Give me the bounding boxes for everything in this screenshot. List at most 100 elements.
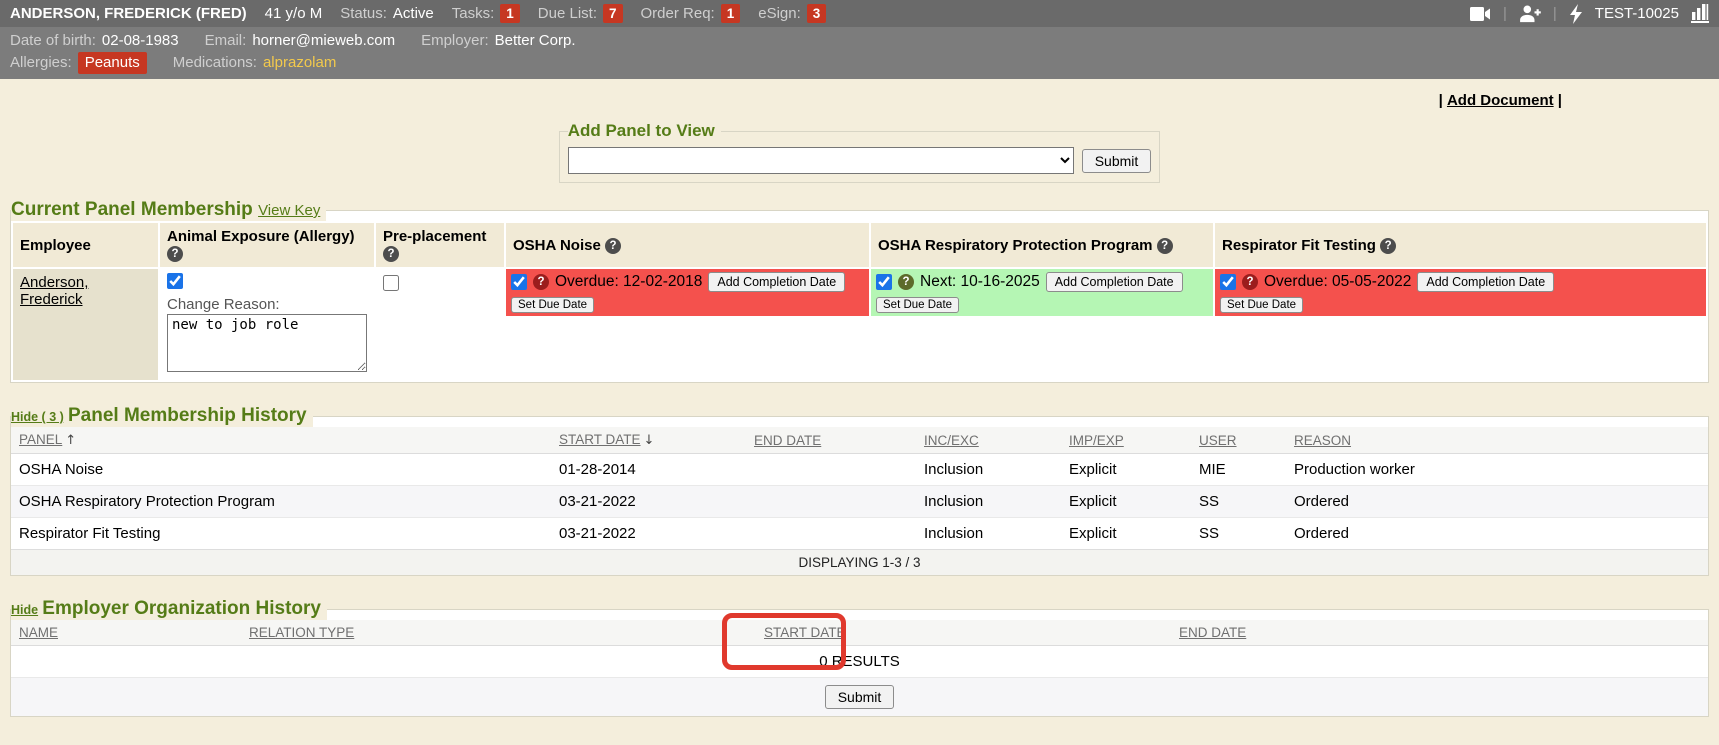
col-end-date: END DATE bbox=[1171, 620, 1708, 646]
col-start-date-link[interactable]: START DATE bbox=[559, 432, 641, 447]
col-inc-exc-link[interactable]: INC/EXC bbox=[924, 433, 979, 448]
help-icon[interactable] bbox=[1242, 274, 1258, 290]
col-end-date: END DATE bbox=[746, 427, 916, 454]
order-req-counter[interactable]: Order Req: 1 bbox=[641, 4, 741, 23]
help-icon[interactable] bbox=[898, 274, 914, 290]
col-start-date: START DATE bbox=[756, 620, 1171, 646]
video-camera-icon[interactable] bbox=[1469, 6, 1491, 22]
tasks-badge[interactable]: 1 bbox=[500, 4, 520, 23]
col-end-date-link[interactable]: END DATE bbox=[1179, 625, 1246, 640]
table-row: OSHA Noise 01-28-2014 Inclusion Explicit… bbox=[11, 454, 1708, 486]
due-list-label: Due List: bbox=[538, 5, 597, 22]
animal-exposure-checkbox[interactable] bbox=[167, 273, 183, 289]
patient-header-bar: ANDERSON, FREDERICK (FRED) 41 y/o M Stat… bbox=[0, 0, 1719, 27]
help-icon[interactable] bbox=[1380, 238, 1396, 254]
add-completion-date-button[interactable]: Add Completion Date bbox=[1046, 272, 1183, 292]
patient-name: ANDERSON, FREDERICK (FRED) bbox=[10, 5, 247, 22]
col-name-link[interactable]: NAME bbox=[19, 625, 58, 640]
set-due-date-button[interactable]: Set Due Date bbox=[1220, 297, 1303, 313]
cell-imp-exp: Explicit bbox=[1061, 454, 1191, 486]
dob-label: Date of birth: bbox=[10, 30, 96, 52]
order-req-badge[interactable]: 1 bbox=[721, 4, 741, 23]
col-user-link[interactable]: USER bbox=[1199, 433, 1237, 448]
system-id-link[interactable]: TEST-10025 bbox=[1595, 5, 1679, 22]
lightning-icon[interactable] bbox=[1569, 4, 1583, 24]
pipe: | bbox=[1558, 92, 1562, 109]
cell-imp-exp: Explicit bbox=[1061, 486, 1191, 518]
panel-select[interactable] bbox=[568, 147, 1074, 174]
employee-link[interactable]: Anderson, Frederick bbox=[20, 274, 88, 308]
email-label: Email: bbox=[205, 30, 247, 52]
col-pre-placement: Pre-placement bbox=[376, 223, 504, 267]
cell-start-date: 01-28-2014 bbox=[551, 454, 746, 486]
status-value: Active bbox=[393, 5, 434, 22]
col-end-date-link[interactable]: END DATE bbox=[754, 433, 821, 448]
order-req-label: Order Req: bbox=[641, 5, 715, 22]
set-due-date-button[interactable]: Set Due Date bbox=[876, 297, 959, 313]
col-reason-link[interactable]: REASON bbox=[1294, 433, 1351, 448]
help-icon[interactable] bbox=[383, 246, 399, 262]
employer-history-legend: Hide Employer Organization History bbox=[11, 598, 327, 620]
cell-inc-exc: Inclusion bbox=[916, 454, 1061, 486]
cell-inc-exc: Inclusion bbox=[916, 518, 1061, 550]
cell-start-date: 03-21-2022 bbox=[551, 518, 746, 550]
col-user: USER bbox=[1191, 427, 1286, 454]
col-pre-placement-label: Pre-placement bbox=[383, 228, 486, 245]
col-imp-exp-link[interactable]: IMP/EXP bbox=[1069, 433, 1124, 448]
add-document-link[interactable]: Add Document bbox=[1447, 92, 1554, 109]
add-panel-submit-button[interactable]: Submit bbox=[1082, 149, 1152, 173]
cell-reason: Ordered bbox=[1286, 518, 1708, 550]
esign-badge[interactable]: 3 bbox=[807, 4, 827, 23]
osha-respiratory-checkbox[interactable] bbox=[876, 274, 892, 290]
add-completion-date-button[interactable]: Add Completion Date bbox=[708, 272, 845, 292]
view-key-link[interactable]: View Key bbox=[258, 202, 320, 219]
change-reason-textarea[interactable]: new to job role bbox=[167, 314, 367, 372]
due-list-counter[interactable]: Due List: 7 bbox=[538, 4, 623, 23]
medication-value[interactable]: alprazolam bbox=[263, 52, 336, 74]
add-person-icon[interactable] bbox=[1519, 5, 1541, 23]
allergy-badge[interactable]: Peanuts bbox=[78, 52, 147, 74]
help-icon[interactable] bbox=[605, 238, 621, 254]
submit-button[interactable]: Submit bbox=[825, 685, 895, 709]
separator: | bbox=[1503, 5, 1507, 22]
help-icon[interactable] bbox=[533, 274, 549, 290]
separator: | bbox=[1553, 5, 1557, 22]
overdue-band: Overdue: 05-05-2022 Add Completion Date … bbox=[1215, 269, 1706, 316]
add-completion-date-button[interactable]: Add Completion Date bbox=[1417, 272, 1554, 292]
col-reason: REASON bbox=[1286, 427, 1708, 454]
allergies-label: Allergies: bbox=[10, 52, 72, 74]
bar-chart-icon[interactable] bbox=[1691, 4, 1709, 23]
col-start-date-link[interactable]: START DATE bbox=[764, 625, 846, 640]
due-list-badge[interactable]: 7 bbox=[603, 4, 623, 23]
employer-organization-history-section: Hide Employer Organization History NAME … bbox=[10, 598, 1709, 717]
status-label: Status: bbox=[340, 5, 387, 22]
cell-inc-exc: Inclusion bbox=[916, 486, 1061, 518]
employee-panel-row: Anderson, Frederick Change Reason: new t… bbox=[13, 269, 1706, 380]
medications-label: Medications: bbox=[173, 52, 257, 74]
pre-placement-checkbox[interactable] bbox=[383, 275, 399, 291]
help-icon[interactable] bbox=[167, 246, 183, 262]
osha-noise-checkbox[interactable] bbox=[511, 274, 527, 290]
osha-noise-cell: Overdue: 12-02-2018 Add Completion Date … bbox=[506, 269, 869, 380]
respirator-fit-checkbox[interactable] bbox=[1220, 274, 1236, 290]
pipe: | bbox=[1439, 92, 1443, 109]
col-panel-link[interactable]: PANEL bbox=[19, 432, 62, 447]
employer-group: Employer: Better Corp. bbox=[421, 30, 575, 52]
patient-info-bar: Date of birth: 02-08-1983 Email: horner@… bbox=[0, 27, 1719, 79]
hide-panel-history-link[interactable]: Hide ( 3 ) bbox=[11, 410, 64, 424]
col-relation-type-link[interactable]: RELATION TYPE bbox=[249, 625, 354, 640]
tasks-label: Tasks: bbox=[452, 5, 495, 22]
esign-counter[interactable]: eSign: 3 bbox=[758, 4, 826, 23]
col-osha-respiratory-label: OSHA Respiratory Protection Program bbox=[878, 237, 1153, 254]
hide-employer-history-link[interactable]: Hide bbox=[11, 603, 38, 617]
current-panel-membership-section: Current Panel Membership View Key Employ… bbox=[10, 199, 1709, 383]
cell-end-date bbox=[746, 486, 916, 518]
cell-user: MIE bbox=[1191, 454, 1286, 486]
set-due-date-button[interactable]: Set Due Date bbox=[511, 297, 594, 313]
osha-noise-status: Overdue: 12-02-2018 bbox=[555, 273, 702, 291]
col-name: NAME bbox=[11, 620, 241, 646]
medications-group: Medications: alprazolam bbox=[173, 52, 337, 74]
esign-label: eSign: bbox=[758, 5, 801, 22]
tasks-counter[interactable]: Tasks: 1 bbox=[452, 4, 520, 23]
help-icon[interactable] bbox=[1157, 238, 1173, 254]
